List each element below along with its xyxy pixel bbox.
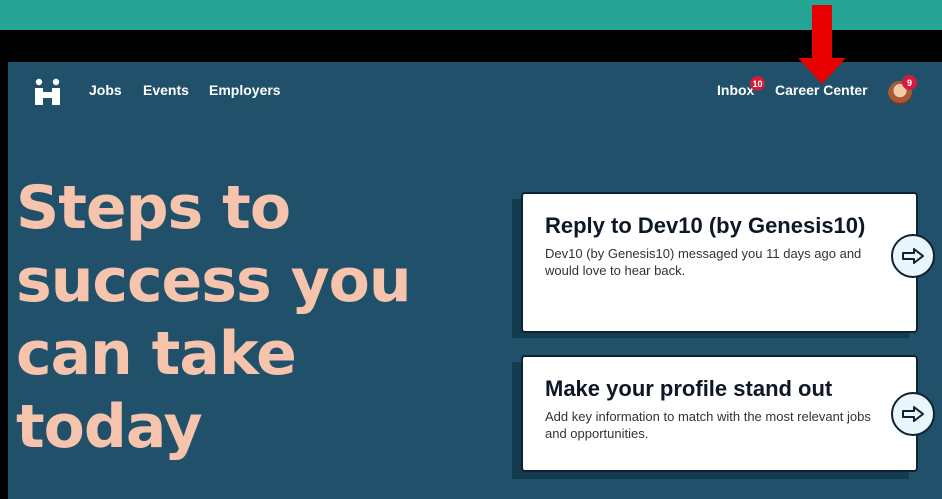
hero-line: success you xyxy=(16,246,412,316)
nav-link-inbox[interactable]: Inbox xyxy=(717,82,754,98)
annotation-arrow-shaft xyxy=(812,5,832,60)
card-text: Dev10 (by Genesis10) messaged you 11 day… xyxy=(545,246,862,278)
hero-line: can take xyxy=(16,319,297,389)
avatar-badge: 9 xyxy=(902,75,917,90)
card-title: Make your profile stand out xyxy=(545,376,833,401)
hero-line: today xyxy=(16,392,203,462)
arrow-right-icon xyxy=(902,406,924,422)
nav-link-events[interactable]: Events xyxy=(143,82,189,98)
card-title: Reply to Dev10 (by Genesis10) xyxy=(545,213,866,238)
hero-line: Steps to xyxy=(16,173,291,243)
card-text: Add key information to match with the mo… xyxy=(545,409,871,441)
reply-card[interactable]: Reply to Dev10 (by Genesis10) Dev10 (by … xyxy=(521,192,918,333)
nav-link-jobs[interactable]: Jobs xyxy=(89,82,122,98)
handshake-logo-icon[interactable] xyxy=(34,78,62,106)
top-teal-band xyxy=(0,0,942,30)
hero-heading: Steps to success you can take today xyxy=(16,172,476,464)
nav-link-employers[interactable]: Employers xyxy=(209,82,281,98)
reply-card-arrow-button[interactable] xyxy=(891,234,935,278)
arrow-right-icon xyxy=(902,248,924,264)
left-edge xyxy=(0,62,8,499)
inbox-badge: 10 xyxy=(750,76,765,91)
profile-card[interactable]: Make your profile stand out Add key info… xyxy=(521,355,918,472)
annotation-arrow-head-icon xyxy=(798,58,846,84)
nav-link-career-center[interactable]: Career Center xyxy=(775,82,868,98)
profile-card-arrow-button[interactable] xyxy=(891,392,935,436)
